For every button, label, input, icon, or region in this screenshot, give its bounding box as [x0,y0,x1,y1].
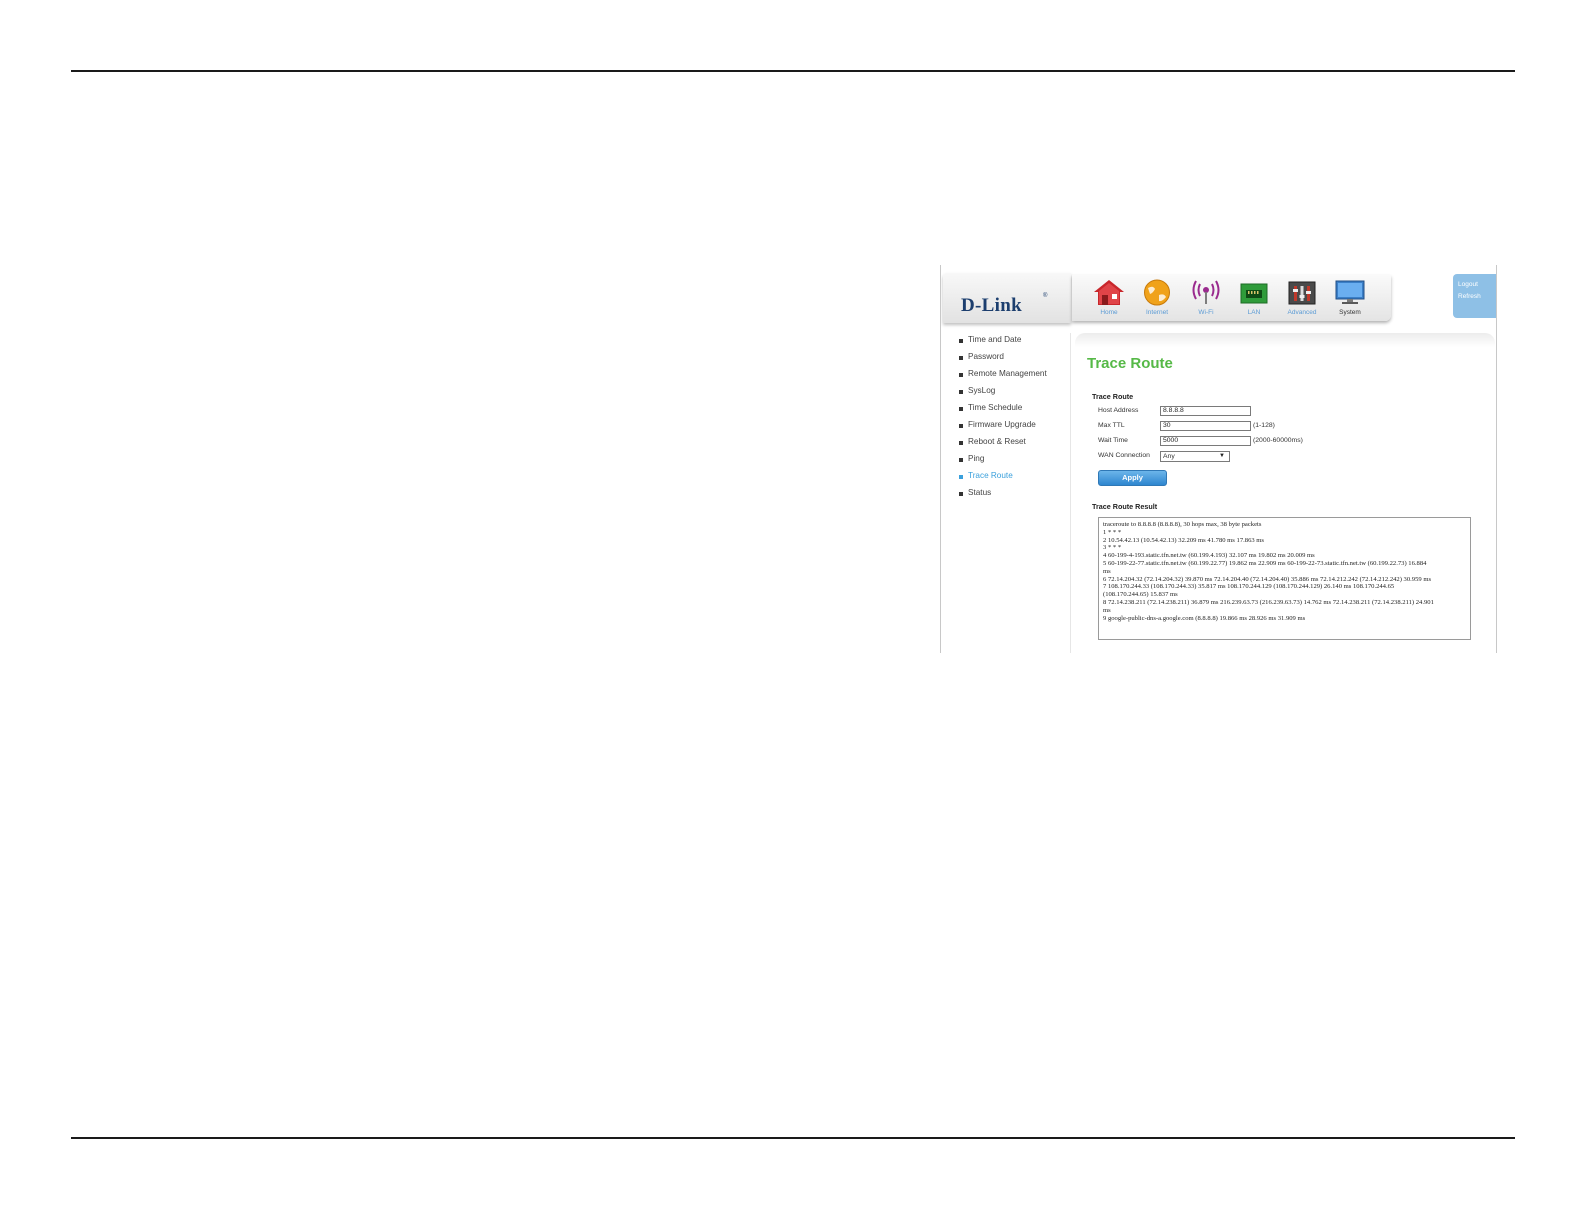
nav-home[interactable]: Home [1089,279,1129,319]
page-bottom-rule [71,1137,1515,1139]
wait-time-hint: (2000-60000ms) [1253,437,1303,444]
nav-home-label: Home [1100,309,1118,316]
result-line: ms [1103,567,1111,575]
lan-icon [1240,283,1268,304]
result-line: 8 72.14.238.211 (72.14.238.211) 36.879 m… [1103,598,1434,606]
wait-time-label: Wait Time [1098,437,1128,444]
refresh-link[interactable]: Refresh [1458,293,1481,300]
router-screenshot: D-Link ® Home Internet Wi-Fi LAN Advance… [940,265,1497,653]
bullet-icon [959,492,963,496]
result-line: 4 60-199-4-193.static.tfn.net.tw (60.199… [1103,552,1315,560]
result-line: traceroute to 8.8.8.8 (8.8.8.8), 30 hops… [1103,521,1262,528]
registered-mark: ® [1043,293,1048,299]
dlink-logo: D-Link [961,295,1022,316]
bullet-icon [959,373,963,377]
nav-wifi[interactable]: Wi-Fi [1186,279,1226,319]
top-nav: Home Internet Wi-Fi LAN Advanced System [1072,275,1391,321]
apply-button[interactable]: Apply [1098,470,1167,486]
bullet-icon [959,441,963,445]
monitor-icon [1335,280,1365,304]
result-line: (108.170.244.65) 15.837 ms [1103,591,1178,599]
bullet-icon [959,458,963,462]
sidebar-item-label: SysLog [968,386,996,395]
nav-advanced[interactable]: Advanced [1282,279,1322,319]
trace-route-section-title: Trace Route [1092,392,1134,401]
max-ttl-label: Max TTL [1098,422,1125,429]
bullet-icon [959,475,963,479]
nav-lan[interactable]: LAN [1234,279,1274,319]
bullet-icon [959,390,963,394]
sidebar-item-label: Trace Route [968,471,1013,480]
logout-link[interactable]: Logout [1458,281,1478,288]
chevron-down-icon: ▼ [1219,453,1225,459]
content-header-shade [1075,333,1495,347]
wan-connection-select[interactable]: Any ▼ [1160,451,1230,462]
session-panel: Logout Refresh [1453,274,1496,318]
max-ttl-input[interactable]: 30 [1160,421,1251,431]
nav-wifi-label: Wi-Fi [1198,309,1214,316]
result-section-title: Trace Route Result [1092,502,1158,511]
result-line: 9 google-public-dns-a.google.com (8.8.8.… [1103,614,1306,622]
result-line: 1 * * * [1103,528,1122,536]
sidebar-item-label: Remote Management [968,369,1047,378]
bullet-icon [959,407,963,411]
logo-area: D-Link ® [943,273,1071,323]
host-address-label: Host Address [1098,407,1139,414]
sidebar-item-label: Reboot & Reset [968,437,1026,446]
result-line: 7 108.170.244.33 (108.170.244.33) 35.817… [1103,583,1395,591]
result-line: ms [1103,606,1111,614]
nav-lan-label: LAN [1247,309,1261,316]
globe-icon [1144,279,1170,306]
nav-advanced-label: Advanced [1287,309,1317,316]
bullet-icon [959,339,963,343]
nav-internet[interactable]: Internet [1137,279,1177,319]
sidebar-item-label: Password [968,352,1004,361]
wait-time-input[interactable]: 5000 [1160,436,1251,446]
wan-connection-value: Any [1163,453,1175,460]
nav-internet-label: Internet [1145,309,1169,316]
host-address-input[interactable]: 8.8.8.8 [1160,406,1251,416]
home-icon [1094,280,1124,305]
result-line: 6 72.14.204.32 (72.14.204.32) 39.870 ms … [1103,575,1432,583]
content-divider [1070,333,1071,653]
page-title: Trace Route [1087,355,1173,372]
nav-system-label: System [1339,309,1361,316]
result-line: 5 60-199-22-77.static.tfn.net.tw (60.199… [1103,559,1427,567]
nav-system[interactable]: System [1330,279,1370,319]
wan-connection-label: WAN Connection [1098,452,1150,459]
bullet-icon [959,356,963,360]
sidebar-item-label: Time Schedule [968,403,1023,412]
advanced-icon [1288,281,1316,305]
result-line: 3 * * * [1103,544,1122,552]
sidebar-item-label: Firmware Upgrade [968,420,1036,429]
sidebar-item-label: Ping [968,454,985,463]
bullet-icon [959,424,963,428]
result-line: 2 10.54.42.13 (10.54.42.13) 32.209 ms 41… [1103,536,1264,544]
sidebar-item-label: Time and Date [968,335,1022,344]
sidebar-item-label: Status [968,488,992,497]
max-ttl-hint: (1-128) [1253,422,1275,429]
trace-result-output: traceroute to 8.8.8.8 (8.8.8.8), 30 hops… [1098,517,1471,640]
page-top-rule [71,70,1515,72]
wifi-icon [1192,280,1220,304]
